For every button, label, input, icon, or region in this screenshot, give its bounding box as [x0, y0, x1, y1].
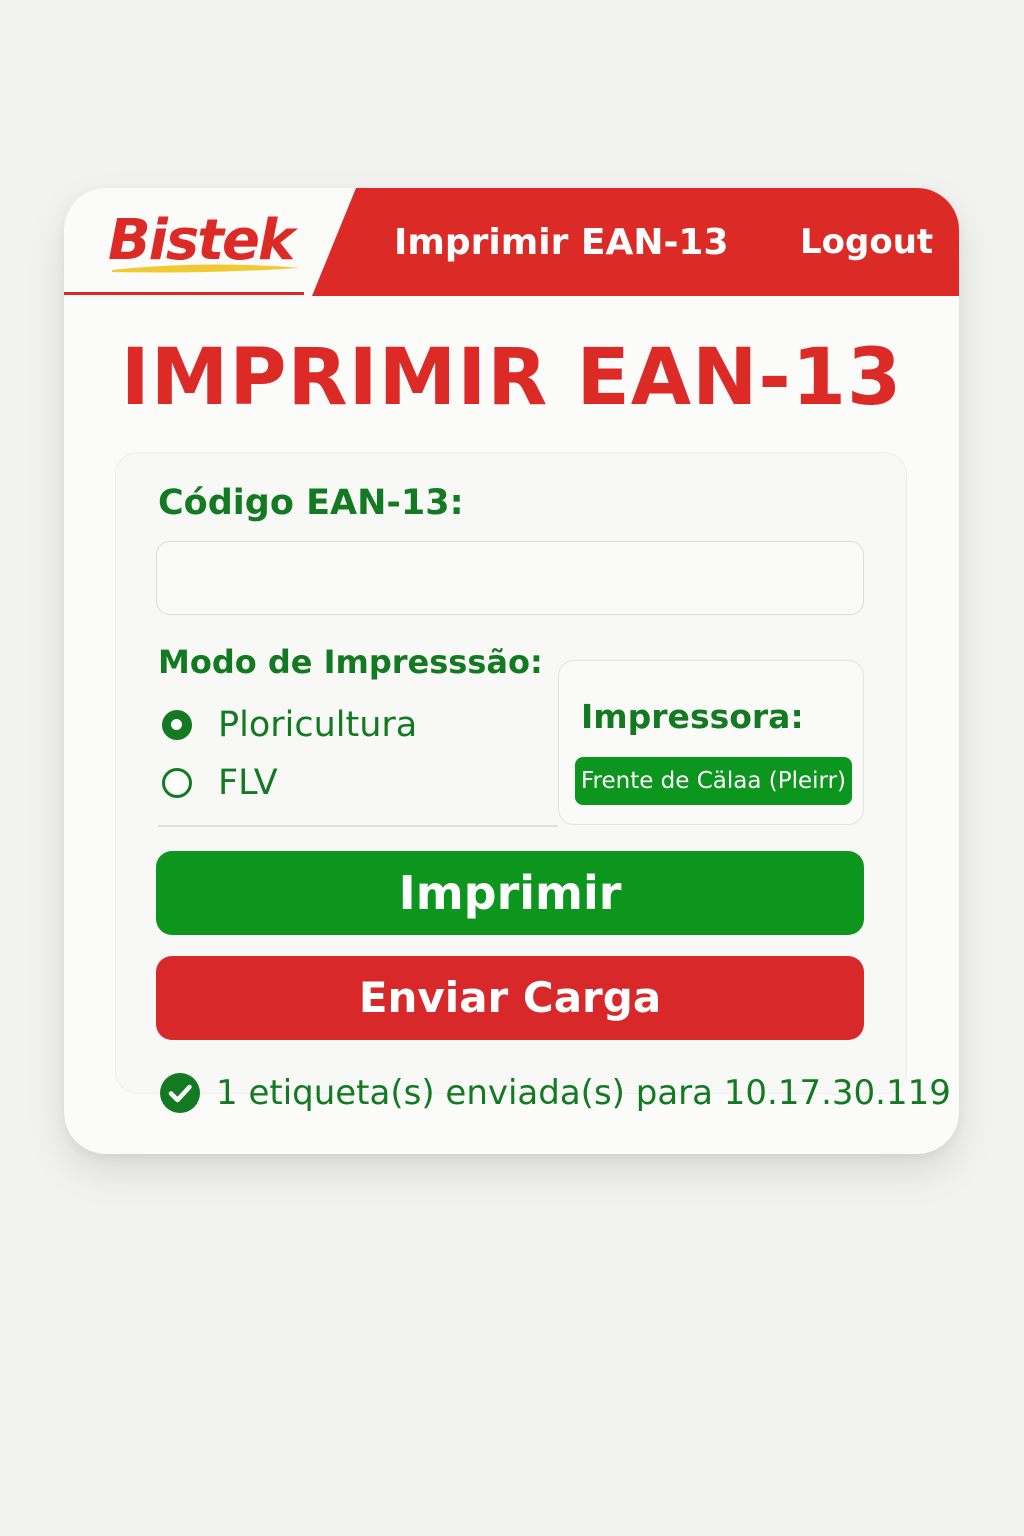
print-button[interactable]: Imprimir: [156, 851, 864, 935]
status-message: 1 etiqueta(s) enviada(s) para 10.17.30.1…: [160, 1073, 951, 1113]
printer-label: Impressora:: [581, 697, 804, 736]
mode-option-label: Ploricultura: [218, 705, 418, 745]
print-mode-label: Modo de Impresssão:: [158, 643, 543, 681]
status-text: 1 etiqueta(s) enviada(s) para 10.17.30.1…: [216, 1073, 951, 1113]
nav-imprimir-ean13[interactable]: Imprimir EAN-13: [394, 222, 729, 263]
radio-checked-icon[interactable]: [162, 710, 192, 740]
print-form: Código EAN-13: Modo de Impresssão: Plori…: [116, 453, 906, 1093]
page-title: IMPRIMIR EAN-13: [120, 333, 903, 423]
logo-swoosh-icon: [112, 264, 300, 273]
main-card: Bistek Imprimir EAN-13 Logout IMPRIMIR E…: [64, 188, 959, 1154]
mode-option-flv[interactable]: FLV: [162, 763, 278, 803]
send-load-button[interactable]: Enviar Carga: [156, 956, 864, 1040]
mode-option-ploricultura[interactable]: Ploricultura: [162, 705, 417, 745]
top-navbar: Bistek Imprimir EAN-13 Logout: [64, 188, 959, 296]
radio-unchecked-icon[interactable]: [162, 768, 192, 798]
ean-code-label: Código EAN-13:: [158, 483, 464, 523]
divider: [158, 825, 558, 827]
check-circle-icon: [160, 1073, 200, 1113]
logout-link[interactable]: Logout: [800, 222, 933, 262]
ean-code-input[interactable]: [156, 541, 864, 615]
printer-panel: Impressora: Frente de Cälaa (Pleirr): [558, 660, 864, 825]
bistek-logo[interactable]: Bistek: [108, 206, 308, 282]
mode-option-label: FLV: [218, 763, 278, 803]
printer-select[interactable]: Frente de Cälaa (Pleirr): [575, 757, 852, 805]
navbar-underline: [64, 292, 304, 295]
